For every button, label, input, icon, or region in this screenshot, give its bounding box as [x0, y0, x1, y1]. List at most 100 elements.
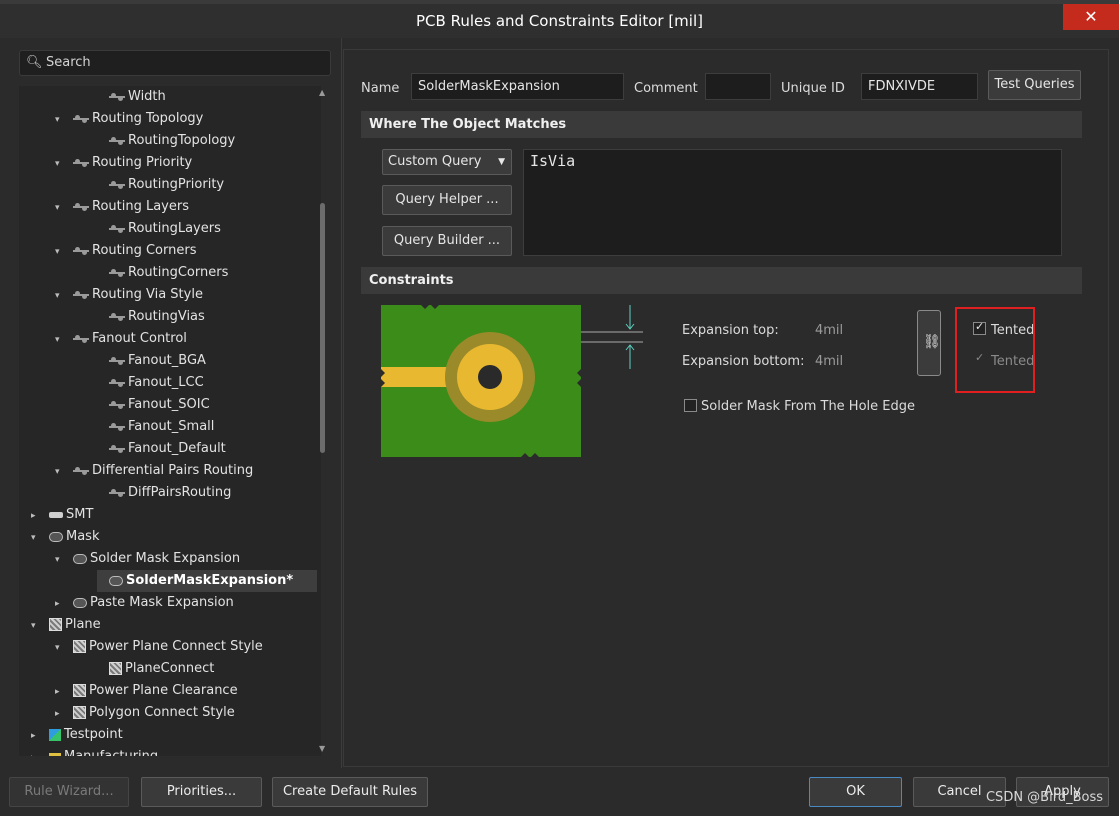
tree-item[interactable]: Fanout_Small	[97, 416, 214, 438]
expand-arrow-icon[interactable]: ▾	[55, 285, 67, 307]
expansion-top-label: Expansion top:	[682, 323, 779, 338]
scroll-thumb[interactable]	[320, 203, 325, 453]
plane-icon	[73, 640, 86, 653]
rule-icon	[73, 333, 89, 344]
expand-arrow-icon[interactable]: ▾	[31, 615, 43, 637]
rule-icon	[109, 399, 125, 410]
tree-item[interactable]: ▾ Routing Via Style	[55, 284, 203, 306]
hole-edge-label: Solder Mask From The Hole Edge	[701, 399, 915, 414]
ok-button[interactable]: OK	[809, 777, 902, 807]
tree-item[interactable]: ▾ Plane	[31, 614, 101, 636]
query-type-dropdown[interactable]: Custom Query ▼	[382, 149, 512, 175]
tree-item[interactable]: Fanout_SOIC	[97, 394, 210, 416]
rule-icon	[109, 179, 125, 190]
collapse-arrow-icon[interactable]: ▸	[55, 703, 67, 725]
collapse-arrow-icon[interactable]: ▸	[55, 593, 67, 615]
tree-item[interactable]: SolderMaskExpansion*	[97, 570, 317, 592]
tree-item-label: Fanout_Default	[128, 441, 226, 456]
tree-item[interactable]: Fanout_Default	[97, 438, 226, 460]
mask-icon	[109, 575, 123, 586]
tree-item[interactable]: DiffPairsRouting	[97, 482, 231, 504]
create-default-rules-button[interactable]: Create Default Rules	[272, 777, 428, 807]
mask-icon	[49, 531, 63, 542]
expand-arrow-icon[interactable]: ▾	[55, 461, 67, 483]
comment-field[interactable]	[705, 73, 771, 100]
tree-item[interactable]: ▸ Polygon Connect Style	[55, 702, 235, 724]
tree-item-label: Routing Topology	[92, 111, 204, 126]
rule-icon	[109, 487, 125, 498]
hole-edge-checkbox[interactable]	[684, 399, 697, 412]
expand-arrow-icon[interactable]: ▾	[55, 153, 67, 175]
tree-item[interactable]: RoutingPriority	[97, 174, 224, 196]
expand-arrow-icon[interactable]: ▾	[55, 637, 67, 659]
expansion-bottom-value[interactable]: 4mil	[815, 354, 843, 369]
expand-arrow-icon[interactable]: ▾	[55, 329, 67, 351]
collapse-arrow-icon[interactable]: ▸	[31, 725, 43, 747]
tree-item-label: Plane	[65, 617, 101, 632]
tree-item-label: Manufacturing	[64, 749, 158, 756]
tree-item[interactable]: ▸ Power Plane Clearance	[55, 680, 238, 702]
tree-item[interactable]: ▾ Mask	[31, 526, 99, 548]
query-builder-button[interactable]: Query Builder ...	[382, 226, 512, 256]
tree-item-label: Fanout_BGA	[128, 353, 206, 368]
collapse-arrow-icon[interactable]: ▸	[31, 747, 43, 756]
expand-arrow-icon[interactable]: ▾	[55, 549, 67, 571]
tree-item[interactable]: ▾ Routing Topology	[55, 108, 204, 130]
tree-item[interactable]: Fanout_BGA	[97, 350, 206, 372]
expansion-top-value[interactable]: 4mil	[815, 323, 843, 338]
tree-item[interactable]: ▸ Testpoint	[31, 724, 123, 746]
expand-arrow-icon[interactable]: ▾	[55, 109, 67, 131]
watermark: CSDN @Bird_Boss	[985, 790, 1103, 805]
rule-icon	[109, 443, 125, 454]
query-editor[interactable]: IsVia	[523, 149, 1062, 256]
tree-item[interactable]: ▸ SMT	[31, 504, 93, 526]
search-icon: 🔍︎	[26, 55, 43, 70]
search-input[interactable]: 🔍︎ Search	[19, 50, 331, 76]
smt-icon	[49, 511, 63, 518]
tree-item[interactable]: ▸ Manufacturing	[31, 746, 158, 756]
tree-item[interactable]: ▾ Solder Mask Expansion	[55, 548, 240, 570]
tree-item-label: RoutingPriority	[128, 177, 225, 192]
expansion-bottom-label: Expansion bottom:	[682, 354, 805, 369]
scroll-down-icon[interactable]: ▼	[319, 744, 325, 753]
tree-item-label: RoutingLayers	[128, 221, 221, 236]
tree-item[interactable]: RoutingVias	[97, 306, 205, 328]
name-field[interactable]: SolderMaskExpansion	[411, 73, 624, 100]
rule-wizard-button[interactable]: Rule Wizard...	[9, 777, 129, 807]
rules-tree[interactable]: Width ▾ Routing Topology RoutingTopology ▾ Ro…	[19, 86, 321, 756]
tree-item[interactable]: ▾ Power Plane Connect Style	[55, 636, 263, 658]
tree-item[interactable]: ▾ Differential Pairs Routing	[55, 460, 253, 482]
tree-item[interactable]: Fanout_LCC	[97, 372, 204, 394]
collapse-arrow-icon[interactable]: ▸	[55, 681, 67, 703]
test-queries-button[interactable]: Test Queries	[988, 70, 1081, 100]
tree-item[interactable]: ▾ Routing Corners	[55, 240, 197, 262]
rule-icon	[73, 113, 89, 124]
tree-item[interactable]: PlaneConnect	[97, 658, 214, 680]
tree-item[interactable]: RoutingCorners	[97, 262, 228, 284]
tree-item-label: RoutingTopology	[128, 133, 236, 148]
tree-scrollbar[interactable]: ▲ ▼	[319, 88, 327, 756]
tree-item[interactable]: RoutingLayers	[97, 218, 221, 240]
tree-item[interactable]: ▸ Paste Mask Expansion	[55, 592, 234, 614]
query-type-value: Custom Query	[388, 154, 482, 169]
dimension-lines	[581, 305, 643, 369]
tree-item-label: Testpoint	[64, 727, 123, 742]
tree-item[interactable]: ▾ Routing Priority	[55, 152, 192, 174]
unique-id-field[interactable]: FDNXIVDE	[861, 73, 978, 100]
query-helper-button[interactable]: Query Helper ...	[382, 185, 512, 215]
expand-arrow-icon[interactable]: ▾	[55, 241, 67, 263]
tree-item[interactable]: Width	[97, 86, 166, 108]
priorities-button[interactable]: Priorities...	[141, 777, 262, 807]
link-values-button[interactable]: ⛓︎	[917, 310, 941, 376]
scroll-up-icon[interactable]: ▲	[319, 88, 325, 97]
tree-item[interactable]: ▾ Routing Layers	[55, 196, 189, 218]
close-button[interactable]: ✕	[1063, 4, 1119, 30]
tree-item[interactable]: RoutingTopology	[97, 130, 235, 152]
expand-arrow-icon[interactable]: ▾	[55, 197, 67, 219]
expand-arrow-icon[interactable]: ▾	[31, 527, 43, 549]
collapse-arrow-icon[interactable]: ▸	[31, 505, 43, 527]
tree-item-label: Routing Corners	[92, 243, 197, 258]
tree-item[interactable]: ▾ Fanout Control	[55, 328, 187, 350]
tree-item-label: Polygon Connect Style	[89, 705, 235, 720]
tree-item-label: RoutingVias	[128, 309, 205, 324]
